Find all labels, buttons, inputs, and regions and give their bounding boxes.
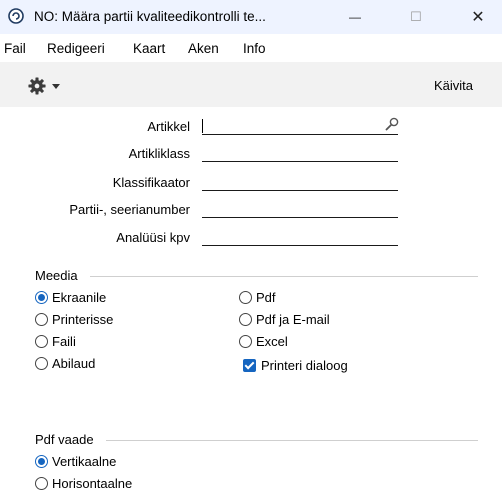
close-button[interactable]: ✕: [455, 0, 501, 34]
menu-kaart[interactable]: Kaart: [133, 41, 165, 56]
printer-dialog-checkbox[interactable]: Printeri dialoog: [243, 358, 348, 373]
radio-icon[interactable]: [35, 477, 48, 490]
radio-icon[interactable]: [35, 335, 48, 348]
radio-icon[interactable]: [35, 357, 48, 370]
option-label: Printerisse: [52, 312, 114, 327]
close-icon: ✕: [471, 9, 485, 26]
media-option-faili[interactable]: Faili: [35, 334, 76, 349]
pdf-view-section-title: Pdf vaade: [35, 432, 94, 447]
artikkel-input[interactable]: [202, 116, 398, 135]
field-label-klassifikaator: Klassifikaator: [112, 175, 190, 190]
pdf-view-option-horisontaalne[interactable]: Horisontaalne: [35, 476, 132, 491]
media-option-pdf[interactable]: Pdf: [239, 290, 276, 305]
option-label: Pdf: [256, 290, 276, 305]
minimize-button[interactable]: —: [332, 0, 378, 34]
radio-icon[interactable]: [239, 291, 252, 304]
checkbox-label: Printeri dialoog: [261, 358, 348, 373]
checkbox-checked-icon[interactable]: [243, 359, 256, 372]
minimize-icon: —: [349, 10, 361, 24]
search-icon[interactable]: [385, 117, 399, 131]
option-label: Horisontaalne: [52, 476, 133, 491]
partii-seerianumber-input[interactable]: [202, 199, 398, 218]
toolbar: Käivita: [0, 62, 502, 107]
media-divider: [90, 276, 478, 277]
field-label-analuusi-kpv: Analüüsi kpv: [116, 230, 190, 245]
field-label-partii-seerianumber: Partii-, seerianumber: [69, 202, 190, 217]
radio-selected-icon[interactable]: [35, 291, 48, 304]
radio-selected-icon[interactable]: [35, 455, 48, 468]
media-section-title: Meedia: [35, 268, 78, 283]
menu-info[interactable]: Info: [243, 41, 266, 56]
menu-redigeeri[interactable]: Redigeeri: [47, 41, 105, 56]
text-cursor: [202, 119, 203, 133]
radio-icon[interactable]: [239, 335, 252, 348]
menu-bar: Fail Redigeeri Kaart Aken Info: [0, 38, 502, 60]
pdf-view-option-vertikaalne[interactable]: Vertikaalne: [35, 454, 116, 469]
app-icon: [8, 8, 24, 24]
field-label-artikliklass: Artikliklass: [128, 146, 190, 161]
window-title: NO: Määra partii kvaliteedikontrolli te.…: [34, 9, 266, 24]
option-label: Pdf ja E-mail: [256, 312, 330, 327]
field-label-artikkel: Artikkel: [147, 119, 190, 134]
pdf-view-divider: [106, 440, 478, 441]
menu-fail[interactable]: Fail: [4, 41, 26, 56]
radio-icon[interactable]: [35, 313, 48, 326]
radio-icon[interactable]: [239, 313, 252, 326]
klassifikaator-input[interactable]: [202, 172, 398, 191]
maximize-icon: ☐: [410, 9, 422, 24]
option-label: Abilaud: [52, 356, 96, 371]
option-label: Ekraanile: [52, 290, 107, 305]
chevron-down-icon[interactable]: [52, 84, 60, 89]
media-option-pdf-ja-email[interactable]: Pdf ja E-mail: [239, 312, 330, 327]
maximize-button[interactable]: ☐: [393, 0, 439, 34]
media-option-abilaud[interactable]: Abilaud: [35, 356, 95, 371]
media-option-ekraanile[interactable]: Ekraanile: [35, 290, 106, 305]
media-option-printerisse[interactable]: Printerisse: [35, 312, 113, 327]
analuusi-kpv-input[interactable]: [202, 227, 398, 246]
title-bar: NO: Määra partii kvaliteedikontrolli te.…: [0, 0, 502, 34]
menu-aken[interactable]: Aken: [188, 41, 219, 56]
artikliklass-input[interactable]: [202, 143, 398, 162]
media-option-excel[interactable]: Excel: [239, 334, 288, 349]
gear-icon[interactable]: [28, 77, 46, 95]
option-label: Vertikaalne: [52, 454, 117, 469]
option-label: Faili: [52, 334, 76, 349]
option-label: Excel: [256, 334, 288, 349]
run-button[interactable]: Käivita: [434, 78, 473, 93]
